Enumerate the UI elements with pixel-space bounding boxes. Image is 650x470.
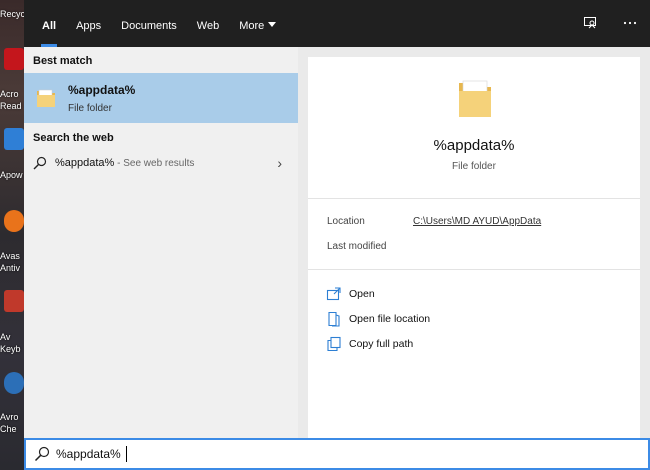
desktop-icon-label: Apow	[0, 170, 23, 180]
desktop-icon-label: Keyb	[0, 344, 21, 354]
best-match-subtitle: File folder	[68, 103, 112, 114]
search-input[interactable]	[56, 444, 616, 464]
preview-card: %appdata% File folder Location C:\Users\…	[308, 57, 640, 438]
topbar-actions	[582, 15, 638, 31]
search-panel: All Apps Documents Web More Best match %…	[24, 0, 650, 470]
folder-icon	[459, 80, 491, 117]
location-link[interactable]: C:\Users\MD AYUD\AppData	[413, 216, 541, 227]
desktop-icon-label: Acro	[0, 89, 19, 99]
search-icon	[34, 446, 50, 462]
web-search-result[interactable]: %appdata% - See web results ›	[24, 151, 298, 175]
folder-icon	[37, 89, 55, 107]
tab-web[interactable]: Web	[187, 0, 229, 47]
open-file-location-label: Open file location	[349, 313, 431, 325]
divider	[308, 198, 640, 199]
feedback-icon[interactable]	[582, 15, 598, 31]
text-cursor	[126, 446, 127, 462]
search-box[interactable]	[24, 438, 650, 470]
desktop-icon-label: Antiv	[0, 263, 21, 273]
tab-label: Apps	[76, 20, 102, 32]
desktop-icon-label: Av	[0, 332, 11, 342]
preview-title: %appdata%	[433, 137, 515, 154]
open-label: Open	[349, 288, 375, 300]
apowersoft-icon	[4, 128, 24, 150]
desktop-icon-label: Avro	[0, 412, 19, 422]
desktop-icon-label: Avas	[0, 251, 20, 261]
tab-documents[interactable]: Documents	[111, 0, 187, 47]
location-label: Location	[327, 216, 365, 227]
desktop-icon-label: Read	[0, 101, 22, 111]
desktop-icon-label: Recyc	[0, 9, 24, 19]
preview-subtitle: File folder	[452, 161, 496, 172]
copy-full-path-label: Copy full path	[349, 338, 414, 350]
web-result-suffix: - See web results	[114, 158, 195, 169]
desktop-background: Recyc Acro Read Apow Avas Antiv Av Keyb …	[0, 0, 24, 470]
best-match-result[interactable]: %appdata% File folder	[24, 73, 298, 123]
web-result-query: %appdata%	[55, 157, 115, 169]
caret-down-icon	[268, 22, 277, 27]
avro-keyboard-icon	[4, 290, 24, 312]
avro-checker-icon	[4, 372, 24, 394]
acrobat-icon	[4, 48, 24, 70]
results-list: Best match %appdata% File folder Search …	[24, 47, 298, 438]
tab-all[interactable]: All	[32, 0, 66, 47]
file-location-icon	[328, 311, 340, 327]
copy-icon	[327, 336, 341, 352]
divider	[308, 269, 640, 270]
best-match-header: Best match	[33, 55, 93, 67]
search-icon	[33, 156, 47, 170]
best-match-title: %appdata%	[68, 83, 136, 97]
avast-icon	[4, 210, 24, 232]
tab-apps[interactable]: Apps	[66, 0, 111, 47]
search-scope-tabs: All Apps Documents Web More	[32, 0, 286, 47]
web-result-text: %appdata% - See web results	[55, 157, 194, 169]
tab-label: All	[42, 20, 57, 32]
chevron-right-icon: ›	[277, 155, 282, 171]
search-tabs-bar: All Apps Documents Web More	[24, 0, 650, 47]
desktop-icon-label: Che	[0, 424, 17, 434]
search-web-header: Search the web	[33, 132, 114, 144]
open-icon	[326, 287, 341, 301]
tab-label: Web	[196, 20, 220, 32]
more-options-icon[interactable]	[622, 15, 638, 31]
tab-more[interactable]: More	[229, 0, 286, 47]
last-modified-label: Last modified	[327, 241, 387, 252]
tab-label: Documents	[121, 20, 177, 32]
tab-label: More	[239, 20, 265, 32]
